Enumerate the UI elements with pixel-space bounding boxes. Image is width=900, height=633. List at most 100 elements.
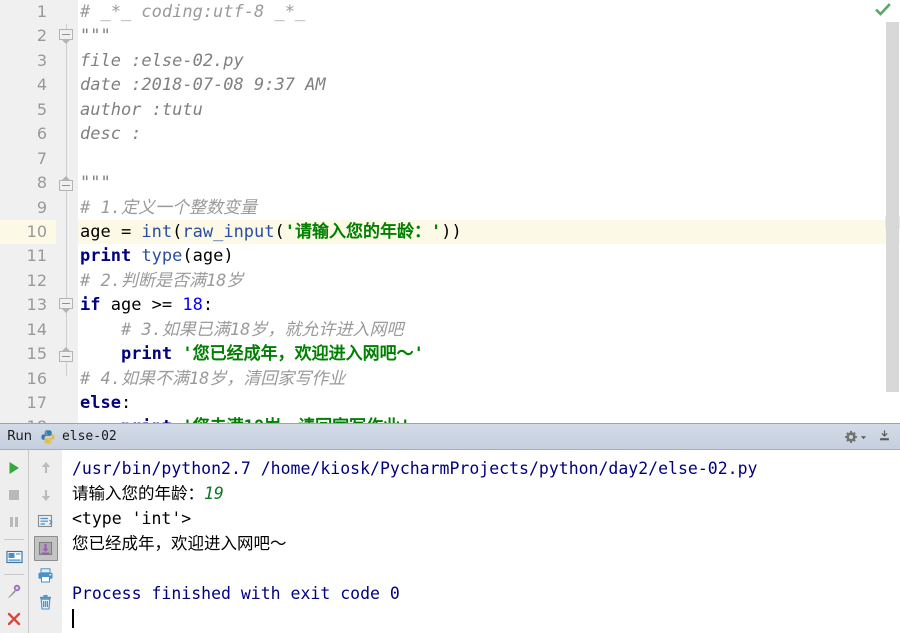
fold-marker-up[interactable]	[59, 347, 74, 363]
line-number[interactable]: 13	[0, 293, 56, 317]
line-number[interactable]: 3	[0, 49, 56, 73]
pin-tab-button[interactable]	[2, 579, 26, 604]
code-line[interactable]: # 1.定义一个整数变量	[78, 196, 900, 220]
code-line[interactable]: """	[78, 24, 900, 48]
fold-marker-down[interactable]	[59, 298, 74, 314]
fold-marker-up[interactable]	[59, 176, 74, 192]
line-number[interactable]: 15	[0, 342, 56, 366]
pycharm-window: 123456789101112131415161718 # _*_ coding…	[0, 0, 900, 633]
code-editor[interactable]: 123456789101112131415161718 # _*_ coding…	[0, 0, 900, 423]
stop-icon	[9, 489, 19, 500]
rerun-button[interactable]	[2, 455, 26, 480]
fold-marker-down[interactable]	[59, 29, 74, 45]
line-number[interactable]: 5	[0, 98, 56, 122]
arrow-down-icon	[41, 489, 50, 501]
token-plain: :	[202, 295, 214, 316]
line-number[interactable]: 11	[0, 244, 56, 268]
console-output-text: 请输入您的年龄：	[72, 484, 204, 503]
run-tab-label[interactable]: else-02	[62, 429, 117, 444]
line-number[interactable]: 10	[0, 219, 56, 245]
code-line[interactable]: author :tutu	[78, 98, 900, 122]
console-line: /usr/bin/python2.7 /home/kiosk/PycharmPr…	[72, 456, 900, 481]
run-tab-bar-actions	[844, 424, 892, 450]
token-keyword: print	[80, 246, 132, 267]
token-comment: # 2.判断是否满18岁	[80, 270, 244, 291]
line-number[interactable]: 4	[0, 73, 56, 97]
console-line	[72, 606, 900, 631]
line-number[interactable]: 18	[0, 415, 56, 423]
run-tool-window: Run else-02 /usr/bin/python2.7 /home/kio…	[0, 423, 900, 633]
line-number[interactable]: 16	[0, 367, 56, 391]
run-settings-button[interactable]	[844, 430, 867, 444]
line-number[interactable]: 14	[0, 318, 56, 342]
editor-scrollbar-thumb[interactable]	[886, 22, 899, 392]
stop-button[interactable]	[2, 482, 26, 507]
token-plain: :	[120, 393, 132, 413]
code-line[interactable]	[78, 147, 900, 171]
token-comment: # 1.定义一个整数变量	[80, 197, 257, 218]
pause-icon	[10, 516, 18, 527]
token-plain: (	[172, 221, 183, 242]
token-keyword: print	[121, 417, 172, 423]
code-line[interactable]: # 3.如果已满18岁，就允许进入网吧	[78, 318, 900, 342]
console-line: 请输入您的年龄：19	[72, 481, 900, 506]
token-plain: age =	[80, 221, 142, 242]
line-number[interactable]: 12	[0, 269, 56, 293]
restore-layout-button[interactable]	[2, 544, 26, 569]
line-number[interactable]: 17	[0, 391, 56, 415]
console-caret	[72, 609, 74, 628]
code-line[interactable]: # _*_ coding:utf-8 _*_	[78, 0, 900, 24]
ok-check-icon[interactable]	[875, 2, 891, 18]
code-line[interactable]: print type(age)	[78, 244, 900, 268]
token-keyword: print	[120, 344, 173, 365]
line-number[interactable]: 6	[0, 122, 56, 146]
soft-wrap-button[interactable]	[34, 509, 58, 534]
code-line[interactable]: # 4.如果不满18岁，清回家写作业	[78, 367, 900, 391]
hide-panel-button[interactable]	[877, 428, 892, 447]
code-line[interactable]: if age >= 18:	[78, 293, 900, 317]
hide-panel-icon	[880, 429, 889, 440]
token-docstring: file :else-02.py	[80, 50, 244, 71]
code-line[interactable]: # 2.判断是否满18岁	[78, 269, 900, 293]
pause-button[interactable]	[2, 509, 26, 534]
fold-rail	[66, 24, 67, 376]
code-line[interactable]: print '您已经成年，欢迎进入网吧～'	[78, 342, 900, 366]
clear-all-button[interactable]	[34, 590, 58, 615]
print-button[interactable]	[34, 563, 58, 588]
token-plain: age >=	[100, 295, 183, 316]
line-number[interactable]: 7	[0, 147, 56, 171]
code-line[interactable]: print '您未满18岁，请回家写作业'	[78, 415, 900, 423]
close-button[interactable]	[2, 606, 26, 631]
pin-icon	[7, 584, 20, 599]
run-console-output[interactable]: /usr/bin/python2.7 /home/kiosk/PycharmPr…	[62, 450, 900, 633]
line-number[interactable]: 1	[0, 0, 56, 24]
code-line[interactable]: """	[78, 171, 900, 195]
up-stack-button[interactable]	[34, 455, 58, 480]
token-docstring: """	[80, 173, 111, 194]
scroll-to-end-button[interactable]	[33, 536, 58, 561]
layout-icon	[5, 550, 23, 563]
code-line[interactable]: date :2018-07-08 9:37 AM	[78, 73, 900, 97]
token-plain: (age)	[182, 246, 234, 267]
code-line[interactable]: desc :	[78, 122, 900, 146]
line-number-gutter[interactable]: 123456789101112131415161718	[0, 0, 56, 423]
console-system-text: /usr/bin/python2.7 /home/kiosk/PycharmPr…	[72, 459, 758, 478]
line-number[interactable]: 8	[0, 171, 56, 195]
line-number[interactable]: 2	[0, 24, 56, 48]
token-plain: (	[274, 221, 285, 242]
console-user-input: 19	[204, 484, 224, 503]
token-comment: # 4.如果不满18岁，清回家写作业	[80, 368, 346, 389]
down-stack-button[interactable]	[34, 482, 58, 507]
toolbar-divider	[4, 574, 24, 575]
code-folding-strip[interactable]	[56, 0, 78, 423]
code-line[interactable]: else:	[78, 391, 900, 415]
code-line[interactable]: age = int(raw_input('请输入您的年龄：'))	[78, 219, 900, 245]
token-string: '您未满18岁，请回家写作业'	[182, 417, 410, 423]
trash-icon	[40, 595, 51, 610]
code-text-area[interactable]: # _*_ coding:utf-8 _*_ """ file :else-02.p…	[78, 0, 900, 423]
line-number[interactable]: 9	[0, 196, 56, 220]
run-window-title: Run	[7, 429, 32, 444]
code-line[interactable]: file :else-02.py	[78, 49, 900, 73]
